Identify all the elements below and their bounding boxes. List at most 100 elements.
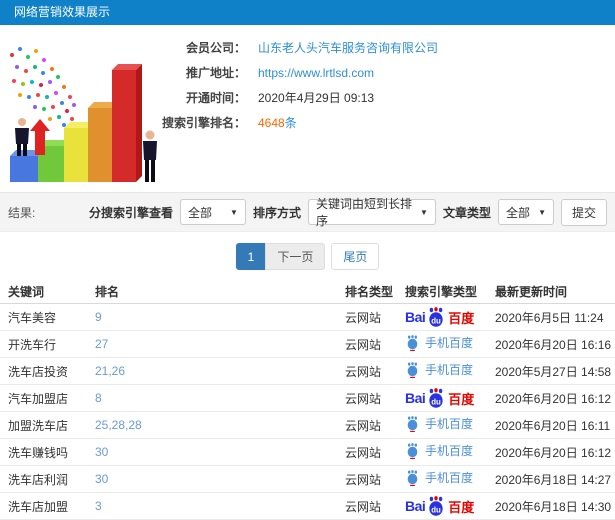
bars-group <box>10 64 142 182</box>
company-label: 会员公司： <box>185 41 246 55</box>
search-engine-logo: Baidu百度 手机百度 <box>405 442 473 459</box>
baidu-paw-icon: du <box>429 306 443 327</box>
header-keyword: 关键词 <box>8 285 45 299</box>
businessman-right <box>143 130 157 182</box>
engine-filter-value: 全部 <box>187 205 212 220</box>
engine-rank-label: 搜索引擎排名： <box>161 116 246 130</box>
chevron-down-icon: ▼ <box>230 207 238 217</box>
baidu-logo: Bai du 百度 <box>405 306 474 328</box>
updated-cell: 2020年6月20日 16:12 <box>495 445 612 460</box>
table-header-row: 关键词 排名 排名类型 搜索引擎类型 最新更新时间 <box>0 280 615 304</box>
updated-cell: 2020年5月27日 14:58 <box>495 364 612 379</box>
info-row-engine-rank: 搜索引擎排名： 4648条 <box>150 110 438 135</box>
rank-type-cell: 云网站 <box>345 310 382 325</box>
updated-cell: 2020年6月18日 14:30 <box>495 499 612 514</box>
rank-cell[interactable]: 8 <box>87 391 337 405</box>
keyword-cell: 开洗车行 <box>8 337 57 352</box>
keyword-cell: 洗车店投资 <box>8 364 69 379</box>
engine-cell: Baidu百度 手机百度 <box>397 415 489 435</box>
rank-cell[interactable]: 25,28,28 <box>87 418 337 432</box>
engine-cell: Baidu百度 手机百度 <box>397 361 489 381</box>
search-engine-logo: Baidu百度 手机百度 <box>405 495 474 517</box>
header-rank: 排名 <box>95 285 120 299</box>
baidu-paw-icon: du <box>429 387 443 408</box>
baidu-logo: Bai du 百度 <box>405 387 474 409</box>
last-page-button[interactable]: 尾页 <box>331 243 380 270</box>
promo-url-link[interactable]: https://www.lrtlsd.com <box>258 66 374 80</box>
results-table: 关键词 排名 排名类型 搜索引擎类型 最新更新时间 汽车美容 9 云网站 Bai… <box>0 280 615 520</box>
keyword-cell: 汽车加盟店 <box>8 391 69 406</box>
mobile-baidu-paw-icon <box>407 334 418 351</box>
svg-text:du: du <box>431 316 441 325</box>
rank-cell[interactable]: 30 <box>87 445 337 459</box>
keyword-cell: 洗车赚钱吗 <box>8 445 69 460</box>
engine-cell: Baidu百度 手机百度 <box>397 495 489 517</box>
next-page-button[interactable]: 下一页 <box>265 243 326 270</box>
search-engine-logo: Baidu百度 手机百度 <box>405 469 473 486</box>
mobile-baidu-logo: 手机百度 <box>405 469 473 486</box>
mobile-baidu-logo: 手机百度 <box>405 334 473 351</box>
company-info: 会员公司： 山东老人头汽车服务咨询有限公司 推广地址： https://www.… <box>150 35 438 135</box>
open-time-label: 开通时间： <box>185 91 246 105</box>
rank-cell[interactable]: 3 <box>87 499 337 513</box>
engine-cell: Baidu百度 手机百度 <box>397 442 489 462</box>
table-row: 加盟洗车店 25,28,28 云网站 Baidu百度 手机百度 2020年6月2… <box>0 412 615 439</box>
table-row: 开洗车行 27 云网站 Baidu百度 手机百度 2020年6月20日 16:1… <box>0 331 615 358</box>
rank-cell[interactable]: 9 <box>87 310 337 324</box>
updated-cell: 2020年6月5日 11:24 <box>495 310 604 325</box>
info-section: 会员公司： 山东老人头汽车服务咨询有限公司 推广地址： https://www.… <box>0 25 615 192</box>
engine-cell: Baidu百度 手机百度 <box>397 306 489 328</box>
baidu-logo: Bai du 百度 <box>405 495 474 517</box>
mobile-baidu-paw-icon <box>407 469 418 486</box>
confetti-dots <box>10 47 76 127</box>
keyword-cell: 加盟洗车店 <box>8 418 69 433</box>
article-type-value: 全部 <box>505 205 530 220</box>
rank-type-cell: 云网站 <box>345 337 382 352</box>
table-row: 洗车店加盟 3 云网站 Baidu百度 手机百度 2020年6月18日 14:3… <box>0 493 615 520</box>
engine-rank-unit: 条 <box>284 116 297 130</box>
engine-filter-select[interactable]: 全部 ▼ <box>179 199 246 225</box>
header-rank-type: 排名类型 <box>345 285 394 299</box>
rank-cell[interactable]: 30 <box>87 472 337 486</box>
rank-type-cell: 云网站 <box>345 445 382 460</box>
updated-cell: 2020年6月20日 16:12 <box>495 391 612 406</box>
engine-cell: Baidu百度 手机百度 <box>397 334 489 354</box>
page-button-current[interactable]: 1 <box>235 243 267 270</box>
sort-label: 排序方式 <box>252 205 301 220</box>
rank-type-cell: 云网站 <box>345 418 382 433</box>
search-engine-logo: Baidu百度 手机百度 <box>405 306 474 328</box>
table-row: 洗车店利润 30 云网站 Baidu百度 手机百度 2020年6月18日 14:… <box>0 466 615 493</box>
sort-select[interactable]: 关键词由短到长排序 ▼ <box>307 197 436 228</box>
rank-cell[interactable]: 21,26 <box>87 364 337 378</box>
updated-cell: 2020年6月18日 14:27 <box>495 472 612 487</box>
engine-rank-count: 4648 <box>258 116 285 130</box>
filter-controls: 分搜索引擎查看 全部 ▼ 排序方式 关键词由短到长排序 ▼ 文章类型 全部 ▼ … <box>88 197 607 228</box>
rank-type-cell: 云网站 <box>345 499 382 514</box>
mobile-baidu-paw-icon <box>407 361 418 378</box>
updated-cell: 2020年6月20日 16:11 <box>495 418 611 433</box>
titlebar: 网络营销效果展示 <box>0 0 615 25</box>
submit-button[interactable]: 提交 <box>560 198 607 226</box>
promo-url-label: 推广地址： <box>185 66 246 80</box>
info-row-company: 会员公司： 山东老人头汽车服务咨询有限公司 <box>150 35 438 60</box>
bar-chart-illustration <box>10 47 157 182</box>
mobile-baidu-paw-icon <box>407 415 418 432</box>
keyword-cell: 洗车店利润 <box>8 472 69 487</box>
mobile-baidu-logo: 手机百度 <box>405 415 473 432</box>
engine-filter-label: 分搜索引擎查看 <box>88 205 173 220</box>
company-name-link[interactable]: 山东老人头汽车服务咨询有限公司 <box>258 39 438 56</box>
svg-text:du: du <box>431 397 441 406</box>
article-type-select[interactable]: 全部 ▼ <box>497 199 554 225</box>
updated-cell: 2020年6月20日 16:16 <box>495 337 612 352</box>
keyword-cell: 洗车店加盟 <box>8 499 69 514</box>
baidu-paw-icon: du <box>429 495 443 516</box>
rank-type-cell: 云网站 <box>345 391 382 406</box>
result-label: 结果: <box>8 205 36 220</box>
search-engine-logo: Baidu百度 手机百度 <box>405 415 473 432</box>
chevron-down-icon: ▼ <box>538 207 546 217</box>
svg-text:du: du <box>431 505 441 514</box>
info-row-open-time: 开通时间： 2020年4月29日 09:13 <box>150 85 438 110</box>
rank-cell[interactable]: 27 <box>87 337 337 351</box>
search-engine-logo: Baidu百度 手机百度 <box>405 361 473 378</box>
pagination: 1 下一页 尾页 <box>0 243 615 270</box>
